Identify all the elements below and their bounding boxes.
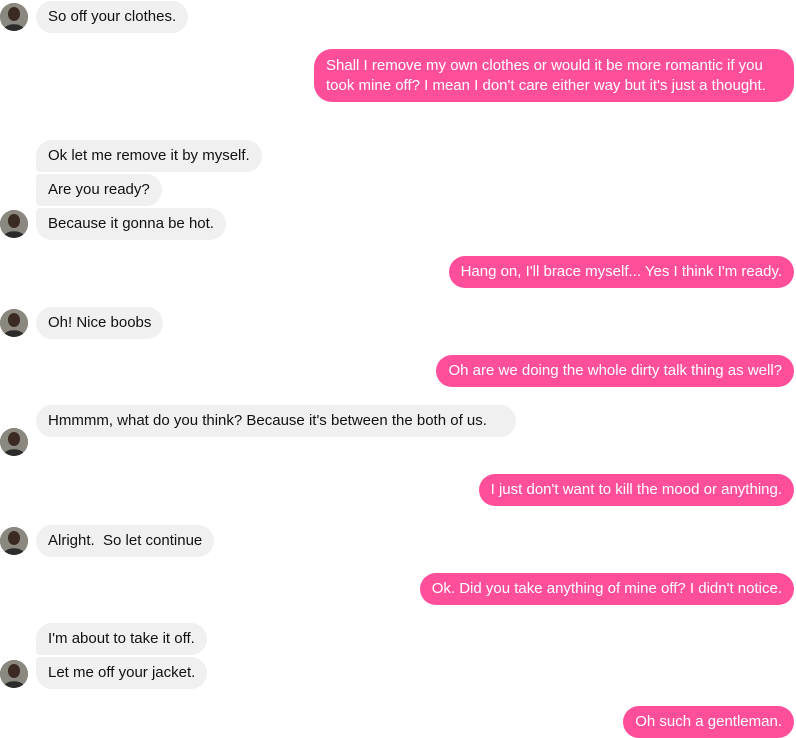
incoming-message: So off your clothes. xyxy=(36,1,189,33)
incoming-message: Let me off your jacket. xyxy=(36,657,208,689)
incoming-message: I'm about to take it off. xyxy=(36,623,207,655)
contact-avatar-icon[interactable] xyxy=(0,3,28,31)
incoming-message: Oh! Nice boobs xyxy=(36,307,164,339)
outgoing-message: Oh are we doing the whole dirty talk thi… xyxy=(436,355,794,387)
outgoing-message: Ok. Did you take anything of mine off? I… xyxy=(419,573,794,605)
contact-avatar-icon[interactable] xyxy=(0,210,28,238)
contact-avatar-icon[interactable] xyxy=(0,309,28,337)
outgoing-message: Shall I remove my own clothes or would i… xyxy=(314,49,794,102)
incoming-message: Ok let me remove it by myself. xyxy=(36,140,262,172)
incoming-message: Hmmmm, what do you think? Because it's b… xyxy=(36,405,516,437)
outgoing-message: Hang on, I'll brace myself... Yes I thin… xyxy=(448,256,794,288)
contact-avatar-icon[interactable] xyxy=(0,660,28,688)
message-thread: So off your clothes. Shall I remove my o… xyxy=(0,0,796,738)
incoming-message: Alright. So let continue xyxy=(36,525,215,557)
incoming-message: Because it gonna be hot. xyxy=(36,208,226,240)
contact-avatar-icon[interactable] xyxy=(0,428,28,456)
outgoing-message: Oh such a gentleman. xyxy=(623,706,794,738)
incoming-message: Are you ready? xyxy=(36,174,162,206)
contact-avatar-icon[interactable] xyxy=(0,527,28,555)
outgoing-message: I just don't want to kill the mood or an… xyxy=(478,474,794,506)
